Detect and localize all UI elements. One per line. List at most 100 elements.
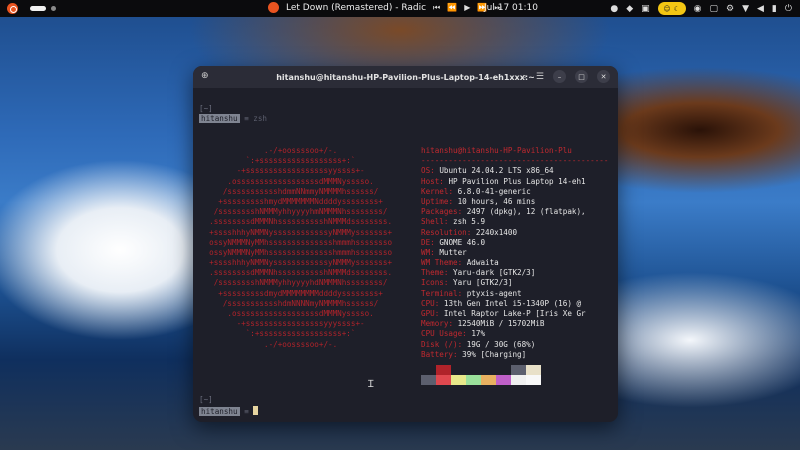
info-row: Terminal: ptyxis-agent bbox=[421, 288, 522, 298]
info-header-text: hitanshu@hitanshu-HP-Pavilion-Plu bbox=[421, 146, 572, 155]
ubuntu-ascii-logo: .-/+oossssoo+/-. `:+ssssssssssssssssss+:… bbox=[200, 146, 392, 350]
system-tray: ● ◆ ▣ ☺ ☾ ◉ ▢ ⚙ ▼ ◀ ▮ ⏻ bbox=[610, 2, 792, 15]
info-value: 13th Gen Intel i5-1340P (16) @ bbox=[443, 298, 582, 308]
info-key: Packages bbox=[421, 207, 458, 217]
info-row: CPU: 13th Gen Intel i5-1340P (16) @ bbox=[421, 298, 582, 308]
info-separator: ----------------------------------------… bbox=[421, 156, 609, 166]
notes-icon[interactable]: ▣ bbox=[641, 4, 650, 14]
moon-icon: ☾ bbox=[673, 4, 680, 13]
info-row: DE: GNOME 46.0 bbox=[421, 237, 486, 247]
volume-icon[interactable]: ◀ bbox=[757, 4, 764, 14]
workspace-indicator[interactable] bbox=[30, 6, 56, 11]
logo-line: .ossssssssssssssssssdMMMNysssso. bbox=[200, 309, 374, 318]
palette-row-top bbox=[421, 365, 541, 375]
terminal-title: hitanshu@hitanshu-HP-Pavilion-Plus-Lapto… bbox=[276, 72, 535, 82]
previous-icon[interactable]: ⏮ bbox=[433, 3, 440, 13]
minimize-button[interactable]: – bbox=[553, 70, 566, 83]
info-value: ptyxis-agent bbox=[466, 288, 522, 298]
window-icon[interactable]: ▢ bbox=[709, 4, 718, 14]
play-icon[interactable]: ▶ bbox=[464, 3, 470, 12]
logo-line: -+ssssssssssssssssssyyssss+- bbox=[200, 166, 365, 176]
info-row: Battery: 39% [Charging] bbox=[421, 349, 527, 359]
info-row: CPU Usage: 17% bbox=[421, 329, 486, 339]
close-button[interactable]: ✕ bbox=[597, 70, 610, 83]
info-value: HP Pavilion Plus Laptop 14-eh1 bbox=[448, 176, 586, 186]
info-key: DE bbox=[421, 237, 431, 247]
text-cursor-icon: Ɪ bbox=[368, 379, 374, 390]
info-key: Terminal bbox=[421, 288, 458, 298]
prompt-line-bottom[interactable]: hitanshu ≡ bbox=[199, 406, 259, 416]
info-value: 2240x1400 bbox=[475, 227, 518, 237]
logo-line: /sssssssshNMMMyhhyyyyhdNMMMNhssssssss/ bbox=[200, 278, 388, 288]
palette-swatch bbox=[421, 365, 436, 375]
info-key: CPU bbox=[421, 298, 435, 308]
logo-line: `:+ssssssssssssssssss+:` bbox=[200, 329, 356, 339]
info-value: 19G / 30G (68%) bbox=[466, 339, 536, 349]
info-value: Adwaita bbox=[466, 258, 499, 268]
terminal-titlebar[interactable]: ⊕ hitanshu@hitanshu-HP-Pavilion-Plus-Lap… bbox=[193, 66, 618, 88]
palette-swatch bbox=[496, 375, 511, 385]
palette-swatch bbox=[526, 365, 541, 375]
record-icon[interactable]: ◉ bbox=[694, 4, 702, 14]
workspace-active[interactable] bbox=[30, 6, 46, 11]
palette-swatch bbox=[451, 365, 466, 375]
logo-line: ossyNMMMNyMMhsssssssssssssshmmmhssssssso bbox=[200, 247, 393, 257]
media-controls: Let Down (Remastered) - Radic ⏮ ⏪ ▶ ⏩ ⏭ bbox=[268, 2, 502, 13]
clock[interactable]: Jul 17 01:10 bbox=[484, 3, 538, 13]
neofetch-info: hitanshu@hitanshu-HP-Pavilion-Plu ------… bbox=[421, 146, 608, 360]
info-row: WM Theme: Adwaita bbox=[421, 258, 499, 268]
music-app-icon bbox=[268, 2, 279, 13]
logo-line: .ssssssssdMMMNhsssssssssshNMMMdssssssss. bbox=[200, 217, 393, 227]
logo-line: .ssssssssdMMMNhsssssssssshNMMMdssssssss. bbox=[200, 268, 393, 278]
info-key: Shell bbox=[421, 217, 444, 227]
info-key: Uptime bbox=[421, 196, 449, 206]
menu-icon[interactable]: ☰ bbox=[536, 72, 544, 82]
info-value: 12540MiB / 15702MiB bbox=[457, 319, 545, 329]
power-icon[interactable]: ⏻ bbox=[785, 4, 792, 14]
palette-swatch bbox=[466, 365, 481, 375]
logo-line: `:+ssssssssssssssssss+:` bbox=[200, 156, 356, 166]
info-value: 17% bbox=[471, 329, 486, 339]
media-title[interactable]: Let Down (Remastered) - Radic bbox=[286, 3, 426, 13]
maximize-button[interactable]: □ bbox=[575, 70, 588, 83]
palette-swatch bbox=[481, 365, 496, 375]
logo-line: .-/+oossssoo+/-. bbox=[200, 339, 338, 349]
info-row: Host: HP Pavilion Plus Laptop 14-eh1 bbox=[421, 176, 586, 186]
info-key: WM Theme bbox=[421, 258, 458, 268]
info-key: Battery bbox=[421, 349, 454, 359]
logo-line: .ossssssssssssssssssdMMMNysssso. bbox=[200, 176, 374, 186]
settings-icon[interactable]: ⚙ bbox=[726, 4, 734, 14]
new-tab-icon[interactable]: ⊕ bbox=[201, 71, 209, 81]
battery-icon[interactable]: ▮ bbox=[772, 4, 777, 14]
info-row: Disk (/): 19G / 30G (68%) bbox=[421, 339, 536, 349]
rewind-icon[interactable]: ⏪ bbox=[447, 3, 457, 12]
prompt-line-top: hitanshu ≡ zsh bbox=[199, 114, 267, 123]
info-value: GNOME 46.0 bbox=[439, 237, 486, 247]
info-value: Ubuntu 24.04.2 LTS x86_64 bbox=[439, 166, 554, 176]
terminal-window[interactable]: ⊕ hitanshu@hitanshu-HP-Pavilion-Plus-Lap… bbox=[193, 66, 618, 422]
palette-swatch bbox=[526, 375, 541, 385]
text-cursor bbox=[253, 406, 259, 415]
info-value: Yaru-dark [GTK2/3] bbox=[453, 268, 536, 278]
info-row: WM: Mutter bbox=[421, 247, 467, 257]
wifi-icon[interactable]: ▼ bbox=[742, 4, 749, 14]
workspace-dot[interactable] bbox=[51, 6, 56, 11]
logo-line: +ssssssssshmydMMMMMMMNddddyssssssss+ bbox=[200, 196, 383, 206]
info-key: CPU Usage bbox=[421, 329, 463, 339]
firefox-icon[interactable]: ● bbox=[610, 4, 618, 14]
info-row: Memory: 12540MiB / 15702MiB bbox=[421, 319, 545, 329]
info-value: Intel Raptor Lake-P [Iris Xe Gr bbox=[443, 309, 586, 318]
info-value: zsh 5.9 bbox=[453, 217, 486, 227]
info-value: Yaru [GTK2/3] bbox=[453, 278, 513, 288]
focus-mode-toggle[interactable]: ☺ ☾ bbox=[657, 2, 686, 15]
palette-swatch bbox=[421, 375, 436, 385]
logo-line: /ssssssssssshdmNNNNmyNMMMMhssssss/ bbox=[200, 298, 379, 308]
info-key: Resolution bbox=[421, 227, 467, 237]
ubuntu-logo-icon[interactable] bbox=[7, 3, 18, 14]
info-value: 39% [Charging] bbox=[462, 349, 527, 359]
prompt-suffix: ≡ bbox=[239, 407, 254, 416]
info-value: 2497 (dpkg), 12 (flatpak), bbox=[466, 207, 586, 217]
search-icon[interactable]: ⌕ bbox=[522, 72, 527, 82]
dropbox-icon[interactable]: ◆ bbox=[626, 4, 633, 14]
info-key: OS bbox=[421, 166, 431, 176]
